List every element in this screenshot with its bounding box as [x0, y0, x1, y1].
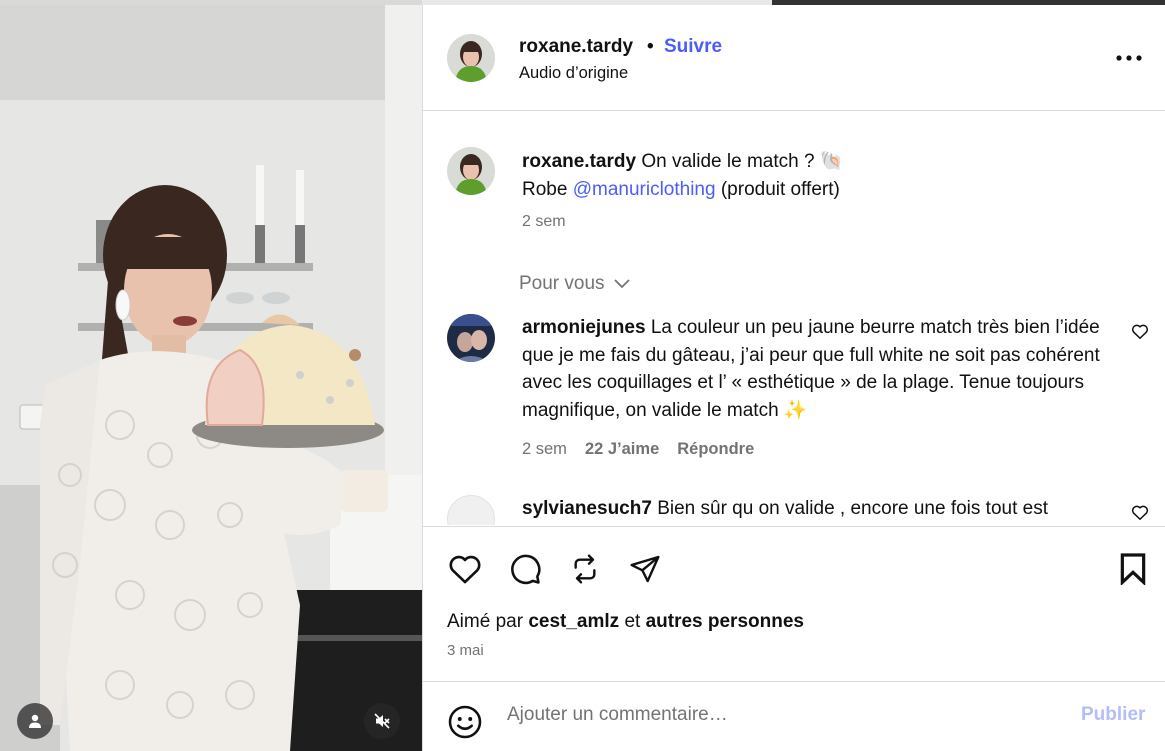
bookmark-icon	[1120, 553, 1146, 585]
caption-line1: On valide le match ? 🐚	[641, 151, 844, 172]
comment-like-button[interactable]	[1131, 323, 1149, 345]
tagged-users-button[interactable]	[17, 703, 53, 739]
comment-time[interactable]: 2 sem	[522, 440, 567, 459]
audio-link[interactable]: Audio d’origine	[519, 64, 628, 83]
post-date[interactable]: 3 mai	[447, 642, 484, 659]
likes-middle: et	[624, 611, 641, 632]
add-comment-bar: Publier	[423, 681, 1165, 751]
publish-button[interactable]: Publier	[1081, 704, 1145, 726]
comments-filter-label: Pour vous	[519, 273, 605, 294]
comment-body: Bien sûr qu on valide , encore une fois …	[657, 498, 1049, 519]
more-options-button[interactable]	[1113, 46, 1145, 70]
likes-user-link[interactable]: cest_amlz	[528, 611, 619, 632]
comment-like-button[interactable]	[1131, 504, 1149, 525]
comment-avatar[interactable]	[447, 495, 495, 525]
post-actions: Aimé par cest_amlz et autres personnes 3…	[423, 526, 1165, 680]
mute-toggle-button[interactable]	[364, 703, 400, 739]
caption-line2-suffix: (produit offert)	[715, 179, 840, 200]
comments-section[interactable]: roxane.tardy On valide le match ? 🐚 Robe…	[423, 112, 1165, 525]
emoji-picker-button[interactable]	[447, 704, 483, 745]
caption-text: roxane.tardy On valide le match ? 🐚 Robe…	[522, 148, 1122, 204]
mute-icon	[374, 713, 390, 729]
comment-reply-button[interactable]: Répondre	[677, 440, 754, 459]
more-icon	[1116, 55, 1142, 61]
share-icon	[630, 555, 660, 583]
caption-username[interactable]: roxane.tardy	[522, 151, 636, 172]
author-avatar[interactable]	[447, 34, 495, 82]
share-button[interactable]	[625, 549, 665, 589]
repost-button[interactable]	[565, 549, 605, 589]
post-video[interactable]	[0, 0, 422, 751]
separator-dot: •	[647, 36, 654, 57]
post-panel: roxane.tardy • Suivre Audio d’origine ro…	[423, 5, 1165, 751]
comment-text: sylvianesuch7 Bien sûr qu on valide , en…	[522, 495, 1102, 523]
comment-text: armoniejunes La couleur un peu jaune beu…	[522, 314, 1102, 424]
comment-input[interactable]	[507, 704, 1067, 726]
heart-icon	[449, 555, 481, 584]
video-frame	[0, 5, 422, 751]
like-button[interactable]	[445, 549, 485, 589]
caption-time[interactable]: 2 sem	[522, 213, 566, 231]
likes-summary: Aimé par cest_amlz et autres personnes	[447, 611, 804, 633]
follow-button[interactable]: Suivre	[664, 36, 722, 58]
comment-likes[interactable]: 22 J’aime	[585, 440, 659, 459]
comment-avatar[interactable]	[447, 314, 495, 362]
save-button[interactable]	[1113, 549, 1153, 589]
caption-avatar[interactable]	[447, 147, 495, 195]
comment-meta: 2 sem 22 J’aime Répondre	[522, 440, 754, 459]
chevron-down-icon	[613, 279, 630, 289]
caption-mention-link[interactable]: @manuriclothing	[573, 179, 716, 200]
post-header: roxane.tardy • Suivre Audio d’origine	[423, 5, 1165, 111]
emoji-icon	[448, 705, 482, 739]
comment-username[interactable]: armoniejunes	[522, 317, 646, 338]
comment-button[interactable]	[505, 549, 545, 589]
comments-filter-dropdown[interactable]: Pour vous	[519, 273, 631, 295]
likes-prefix: Aimé par	[447, 611, 524, 632]
author-username[interactable]: roxane.tardy	[519, 36, 633, 58]
comment-icon	[511, 554, 541, 585]
heart-icon	[1131, 324, 1149, 339]
repost-icon	[574, 554, 596, 584]
heart-icon	[1131, 505, 1149, 520]
likes-others-link[interactable]: autres personnes	[646, 611, 804, 632]
comment-username[interactable]: sylvianesuch7	[522, 498, 652, 519]
user-icon	[29, 714, 41, 728]
caption-line2-prefix: Robe	[522, 179, 573, 200]
